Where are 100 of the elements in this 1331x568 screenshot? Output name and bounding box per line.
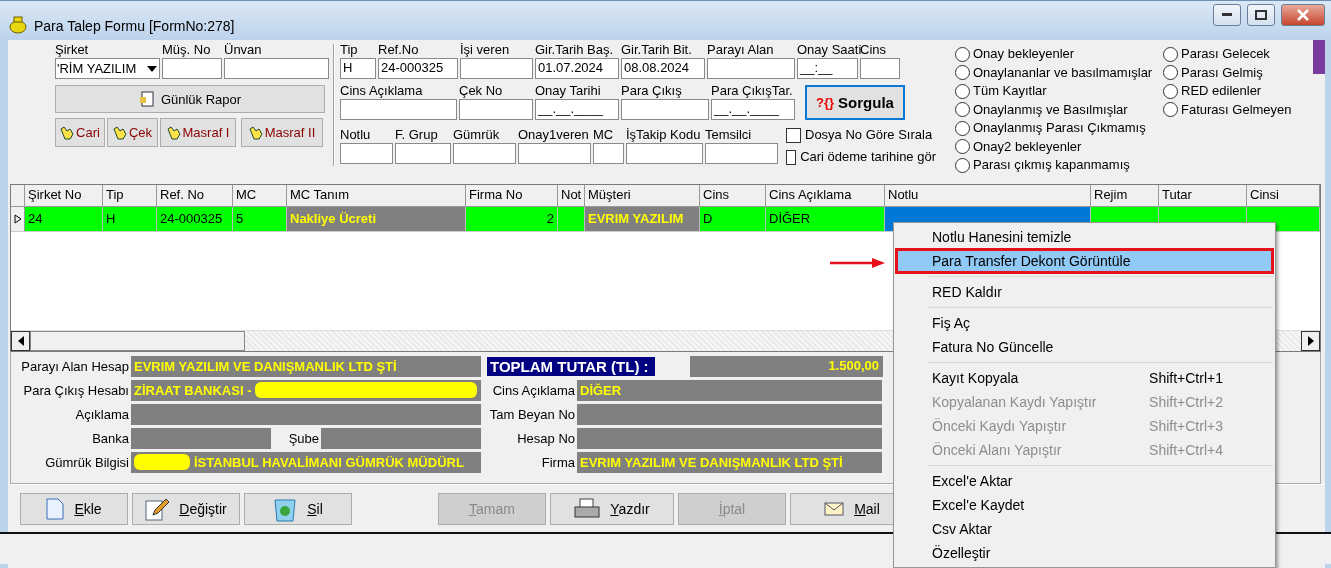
column-header[interactable]: Tip xyxy=(103,185,157,206)
minimize-button[interactable] xyxy=(1213,4,1241,26)
field-label: Şube xyxy=(287,430,320,446)
input-field[interactable] xyxy=(705,143,778,164)
input-field[interactable]: 01.07.2024 xyxy=(535,58,619,79)
input-field[interactable]: __.__.____ xyxy=(711,99,795,120)
column-header[interactable]: Müşteri xyxy=(585,185,700,206)
input-field[interactable] xyxy=(518,143,591,164)
field-label: İşi veren xyxy=(460,42,511,58)
radio-button[interactable] xyxy=(1163,65,1178,81)
input-field[interactable] xyxy=(340,99,457,120)
radio-button[interactable] xyxy=(1163,83,1178,99)
input-field[interactable] xyxy=(453,143,516,164)
radio-label: Onaylanmış ve Basılmışlar xyxy=(973,101,1128,118)
field-label: Temsilci xyxy=(705,127,753,143)
column-header[interactable]: MC xyxy=(233,185,287,206)
radio-button[interactable] xyxy=(955,46,970,62)
menu-item[interactable]: Fiş Aç xyxy=(896,311,1273,335)
input-field[interactable] xyxy=(860,58,900,79)
scroll-right-button[interactable] xyxy=(1301,331,1320,351)
hand-icon xyxy=(166,125,181,140)
input-field[interactable] xyxy=(593,143,624,164)
action-button[interactable]: Değiştir xyxy=(132,492,240,525)
query-button[interactable]: ?{} Sorgula xyxy=(805,85,905,120)
close-button[interactable] xyxy=(1281,4,1325,26)
action-button[interactable]: Sil xyxy=(244,492,352,525)
column-header[interactable]: Firma No xyxy=(466,185,558,206)
input-field[interactable] xyxy=(459,99,533,120)
radio-button[interactable] xyxy=(955,65,970,81)
column-header[interactable]: Notlu xyxy=(885,185,1091,206)
field-label: Hesap No xyxy=(516,430,576,446)
field-label: F. Grup xyxy=(395,127,439,143)
input-field[interactable]: __.__.____ xyxy=(535,99,619,120)
field-label: Tip xyxy=(340,42,359,58)
input-field[interactable] xyxy=(224,58,329,79)
table-cell: H xyxy=(103,207,157,231)
shortcut-button[interactable]: Masraf I xyxy=(160,118,236,147)
input-field[interactable]: 08.08.2024 xyxy=(621,58,705,79)
radio-label: Faturası Gelmeyen xyxy=(1181,101,1292,118)
scrollbar-thumb[interactable] xyxy=(30,331,245,351)
menu-item[interactable]: Para Transfer Dekont Görüntüle xyxy=(896,249,1273,273)
shortcut-button[interactable]: Masraf II xyxy=(241,118,323,147)
maximize-icon xyxy=(1255,10,1267,20)
menu-item[interactable]: Fatura No Güncelle xyxy=(896,335,1273,359)
input-field[interactable] xyxy=(395,143,451,164)
input-field[interactable]: H xyxy=(340,58,376,79)
hand-icon xyxy=(112,125,127,140)
dropdown-arrow-icon xyxy=(145,64,159,73)
menu-item[interactable]: Excel'e Aktar xyxy=(896,469,1273,493)
action-button[interactable]: Yazdır xyxy=(550,492,674,525)
column-header[interactable]: Cins Açıklama xyxy=(766,185,885,206)
checkbox[interactable] xyxy=(786,149,797,165)
column-header[interactable]: Tutar xyxy=(1159,185,1247,206)
maximize-button[interactable] xyxy=(1247,4,1275,26)
shortcut-button[interactable]: Cari xyxy=(55,118,105,147)
column-header[interactable]: MC Tanım xyxy=(287,185,466,206)
radio-button[interactable] xyxy=(955,157,970,173)
column-header[interactable]: Not xyxy=(558,185,585,206)
column-header[interactable]: Cinsi xyxy=(1247,185,1320,206)
field-label: İşTakip Kodu xyxy=(626,127,702,143)
checkbox[interactable] xyxy=(786,127,801,143)
column-header[interactable]: Cins xyxy=(700,185,766,206)
radio-button[interactable] xyxy=(955,139,970,155)
scroll-left-button[interactable] xyxy=(11,331,30,351)
menu-item[interactable]: Kayıt Kopyala Shift+Ctrl+1 xyxy=(896,366,1273,390)
table-cell: D xyxy=(700,207,766,231)
column-header[interactable]: Şirket No xyxy=(25,185,103,206)
input-field[interactable] xyxy=(621,99,709,120)
input-field[interactable] xyxy=(707,58,795,79)
redaction-mark xyxy=(134,454,190,470)
radio-button[interactable] xyxy=(1163,102,1178,118)
menu-item[interactable]: RED Kaldır xyxy=(896,280,1273,304)
close-icon xyxy=(1297,9,1309,21)
column-header[interactable]: Ref. No xyxy=(157,185,233,206)
menu-item[interactable]: Özelleştir xyxy=(896,541,1273,565)
value-field: DİĞER xyxy=(577,379,882,401)
input-field[interactable] xyxy=(340,143,393,164)
input-field[interactable] xyxy=(162,58,222,79)
daily-report-button[interactable]: Günlük Rapor xyxy=(55,85,325,113)
radio-button[interactable] xyxy=(955,120,970,136)
action-button[interactable]: Ekle xyxy=(20,492,128,525)
field-label: Gümrük Bilgisi xyxy=(44,454,130,470)
radio-button[interactable] xyxy=(1163,46,1178,62)
table-cell: 24 xyxy=(25,207,103,231)
input-field[interactable] xyxy=(626,143,703,164)
input-field[interactable]: __:__ xyxy=(797,58,858,79)
table-cell: EVRIM YAZILIM xyxy=(585,207,700,231)
minimize-icon xyxy=(1222,13,1232,17)
radio-button[interactable] xyxy=(955,83,970,99)
input-field[interactable]: 24-000325 xyxy=(378,58,458,79)
page-icon xyxy=(46,497,65,520)
field-label: Parayı Alan xyxy=(707,42,775,58)
shortcut-button[interactable]: Çek xyxy=(107,118,158,147)
tab-edge xyxy=(1313,40,1325,74)
company-dropdown[interactable]: 'RİM YAZILIM xyxy=(55,58,160,79)
field-label: Tam Beyan No xyxy=(488,406,576,422)
radio-button[interactable] xyxy=(955,102,970,118)
column-header[interactable]: Rejim xyxy=(1091,185,1159,206)
input-field[interactable] xyxy=(460,58,533,79)
field-label: Para ÇıkışTar. xyxy=(711,83,794,99)
